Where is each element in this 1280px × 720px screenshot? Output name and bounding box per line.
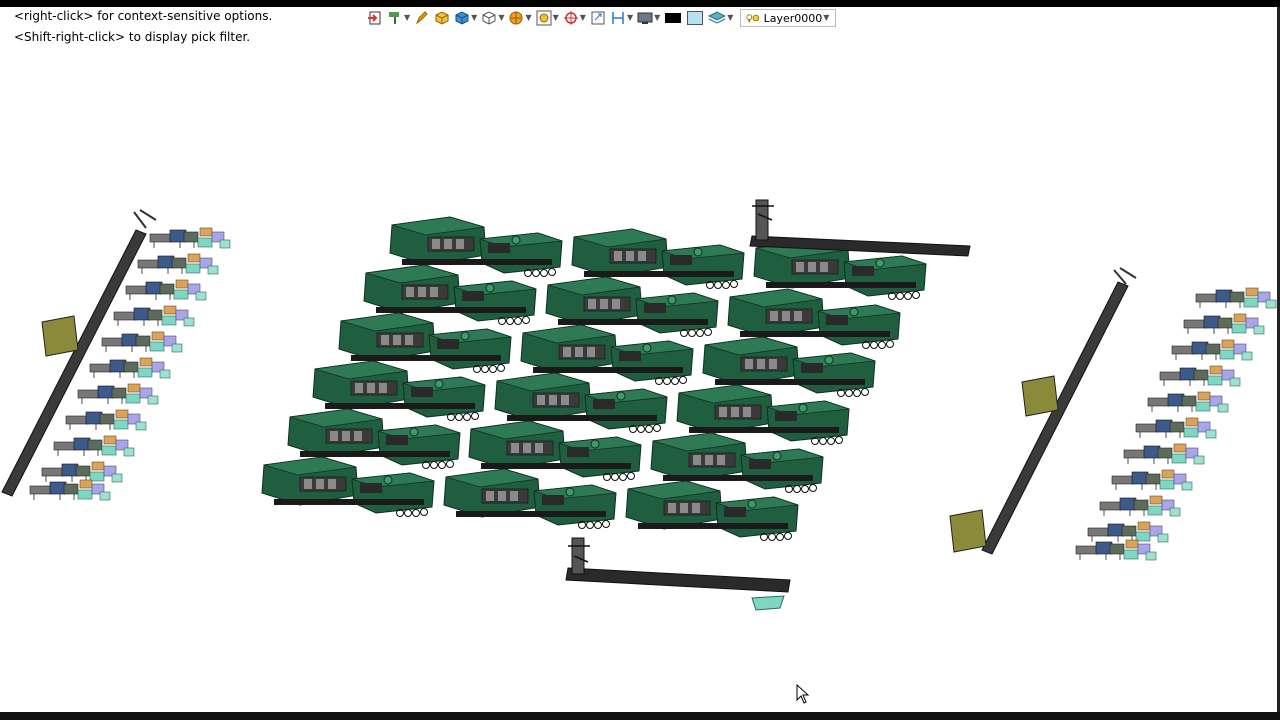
solid-box-icon: [435, 11, 449, 25]
chevron-down-icon: ▼: [471, 13, 478, 22]
chevron-down-icon: ▼: [579, 13, 586, 22]
paint-roller-icon: [389, 12, 399, 24]
window-top-border: [0, 0, 1280, 7]
chevron-down-icon: ▼: [823, 13, 830, 22]
chevron-down-icon: ▼: [498, 13, 505, 22]
wireframe-view-button[interactable]: ▼: [480, 8, 505, 28]
orient-icon: [563, 11, 578, 25]
section-icon: [612, 12, 624, 24]
paint-button[interactable]: ▼: [386, 8, 411, 28]
layer-dropdown-value: Layer0000: [763, 11, 823, 25]
pencil-icon: [416, 11, 428, 25]
chevron-down-icon: ▼: [626, 13, 634, 22]
exit-sketch-icon: [368, 11, 381, 25]
background-color-button[interactable]: [663, 8, 683, 28]
fit-view-icon: [536, 10, 552, 26]
render-button[interactable]: ▼: [507, 8, 532, 28]
chevron-down-icon: ▼: [727, 13, 734, 22]
graphics-viewport[interactable]: [0, 30, 1277, 712]
window-button[interactable]: [589, 8, 607, 28]
lightbulb-icon: [746, 14, 760, 23]
mouse-cursor-icon: [796, 684, 810, 704]
section-button[interactable]: ▼: [609, 8, 634, 28]
color-swatch-black-icon: [665, 13, 682, 23]
display-mode-icon: [637, 12, 653, 24]
solid-view-button[interactable]: [433, 8, 451, 28]
chevron-down-icon: ▼: [654, 13, 661, 22]
wire-box-icon: [482, 11, 496, 25]
hint-context-menu: <right-click> for context-sensitive opti…: [14, 9, 273, 23]
exit-sketch-button[interactable]: [366, 8, 384, 28]
window-bottom-border: [0, 712, 1280, 720]
display-mode-button[interactable]: ▼: [636, 8, 661, 28]
layer-dropdown[interactable]: Layer0000 ▼: [740, 9, 837, 27]
orient-button[interactable]: ▼: [562, 8, 587, 28]
render-ball-icon: [509, 11, 523, 25]
shaded-view-button[interactable]: ▼: [453, 8, 478, 28]
shaded-box-icon: [455, 11, 469, 25]
view-toolbar: ▼ ▼ ▼ ▼ ▼ ▼ ▼ ▼ ▼ Layer0000 ▼: [366, 7, 837, 29]
color-swatch-light-icon: [687, 11, 704, 25]
gradient-color-button[interactable]: [685, 8, 705, 28]
window-icon: [591, 11, 605, 25]
chevron-down-icon: ▼: [525, 13, 532, 22]
fit-view-button[interactable]: ▼: [535, 8, 560, 28]
layer-display-button[interactable]: ▼: [707, 8, 734, 28]
chevron-down-icon: ▼: [552, 13, 559, 22]
sketch-button[interactable]: [413, 8, 431, 28]
factory-layout-model: [1, 199, 1277, 611]
chevron-down-icon: ▼: [404, 13, 411, 22]
layer-icon: [708, 11, 727, 24]
